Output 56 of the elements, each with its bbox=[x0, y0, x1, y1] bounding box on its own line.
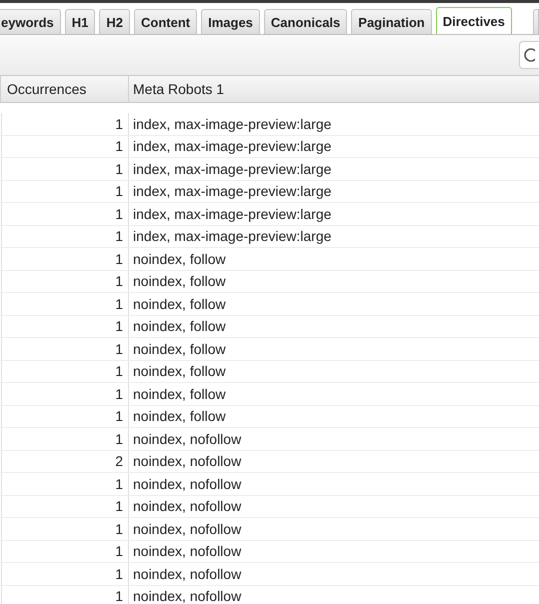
table-cell: 1 bbox=[115, 363, 123, 380]
tab[interactable]: H1 bbox=[64, 9, 96, 34]
table-cell: 1 bbox=[115, 160, 123, 177]
table-cell: 1 bbox=[115, 206, 123, 222]
table-cell: 1 bbox=[115, 386, 123, 402]
table-cell: 1 bbox=[115, 476, 123, 492]
table-cell: noindex, nofollow bbox=[133, 498, 242, 514]
table-cell: 1 bbox=[115, 250, 123, 267]
table-cell: noindex, follow bbox=[133, 363, 226, 380]
table-cell: 1 bbox=[115, 566, 123, 582]
table-cell: 1 bbox=[115, 183, 123, 200]
table-cell: 1 bbox=[115, 138, 123, 154]
search-icon bbox=[523, 48, 535, 62]
table-cell: 1 bbox=[115, 520, 123, 537]
table-cell: 1 bbox=[115, 228, 123, 244]
table-cell: 1 bbox=[115, 430, 123, 447]
table-cell: 1 bbox=[115, 318, 123, 334]
table-cell: noindex, follow bbox=[133, 386, 226, 402]
table-cell: noindex, nofollow bbox=[133, 520, 242, 537]
table-cell: noindex, follow bbox=[133, 408, 226, 424]
table-cell: index, max-image-preview:large bbox=[133, 116, 332, 132]
tab[interactable]: eywords bbox=[0, 9, 61, 34]
column-header[interactable]: Meta Robots 1 bbox=[129, 76, 539, 102]
table-cell: noindex, nofollow bbox=[133, 453, 242, 470]
table-cell: 1 bbox=[115, 408, 123, 424]
table-cell: noindex, follow bbox=[133, 273, 226, 290]
table-cell: index, max-image-preview:large bbox=[133, 228, 332, 244]
table-cell: noindex, nofollow bbox=[133, 588, 242, 604]
table-cell: noindex, nofollow bbox=[133, 543, 242, 560]
search-field[interactable] bbox=[519, 41, 539, 69]
table-cell: noindex, nofollow bbox=[133, 476, 242, 492]
tab[interactable]: Pagination bbox=[351, 9, 432, 34]
table-cell: 1 bbox=[115, 296, 123, 312]
table-cell: index, max-image-preview:large bbox=[133, 206, 332, 222]
tab[interactable]: Canonicals bbox=[264, 9, 348, 34]
table-cell: 2 bbox=[115, 453, 123, 470]
table-cell: index, max-image-preview:large bbox=[133, 138, 332, 154]
table-cell: noindex, follow bbox=[133, 318, 226, 334]
tab[interactable]: Content bbox=[134, 9, 198, 34]
table-cell: noindex, nofollow bbox=[133, 566, 242, 582]
tab[interactable]: Directives bbox=[436, 7, 512, 34]
tab[interactable]: Images bbox=[201, 9, 260, 34]
table-cell: index, max-image-preview:large bbox=[133, 160, 332, 177]
table-cell: 1 bbox=[115, 588, 123, 604]
table-cell: 1 bbox=[115, 116, 123, 132]
table-cell: index, max-image-preview:large bbox=[133, 183, 332, 200]
tab[interactable]: H2 bbox=[99, 9, 130, 34]
table-cell: 1 bbox=[115, 273, 123, 290]
table-cell: noindex, follow bbox=[133, 250, 226, 267]
table-cell: 1 bbox=[115, 543, 123, 560]
table-cell: 1 bbox=[115, 340, 123, 357]
table-cell: noindex, follow bbox=[133, 296, 226, 312]
table-cell: 1 bbox=[115, 498, 123, 514]
table-cell: noindex, nofollow bbox=[133, 430, 242, 447]
table-cell: noindex, follow bbox=[133, 340, 226, 357]
column-header[interactable]: Occurrences bbox=[0, 76, 129, 102]
